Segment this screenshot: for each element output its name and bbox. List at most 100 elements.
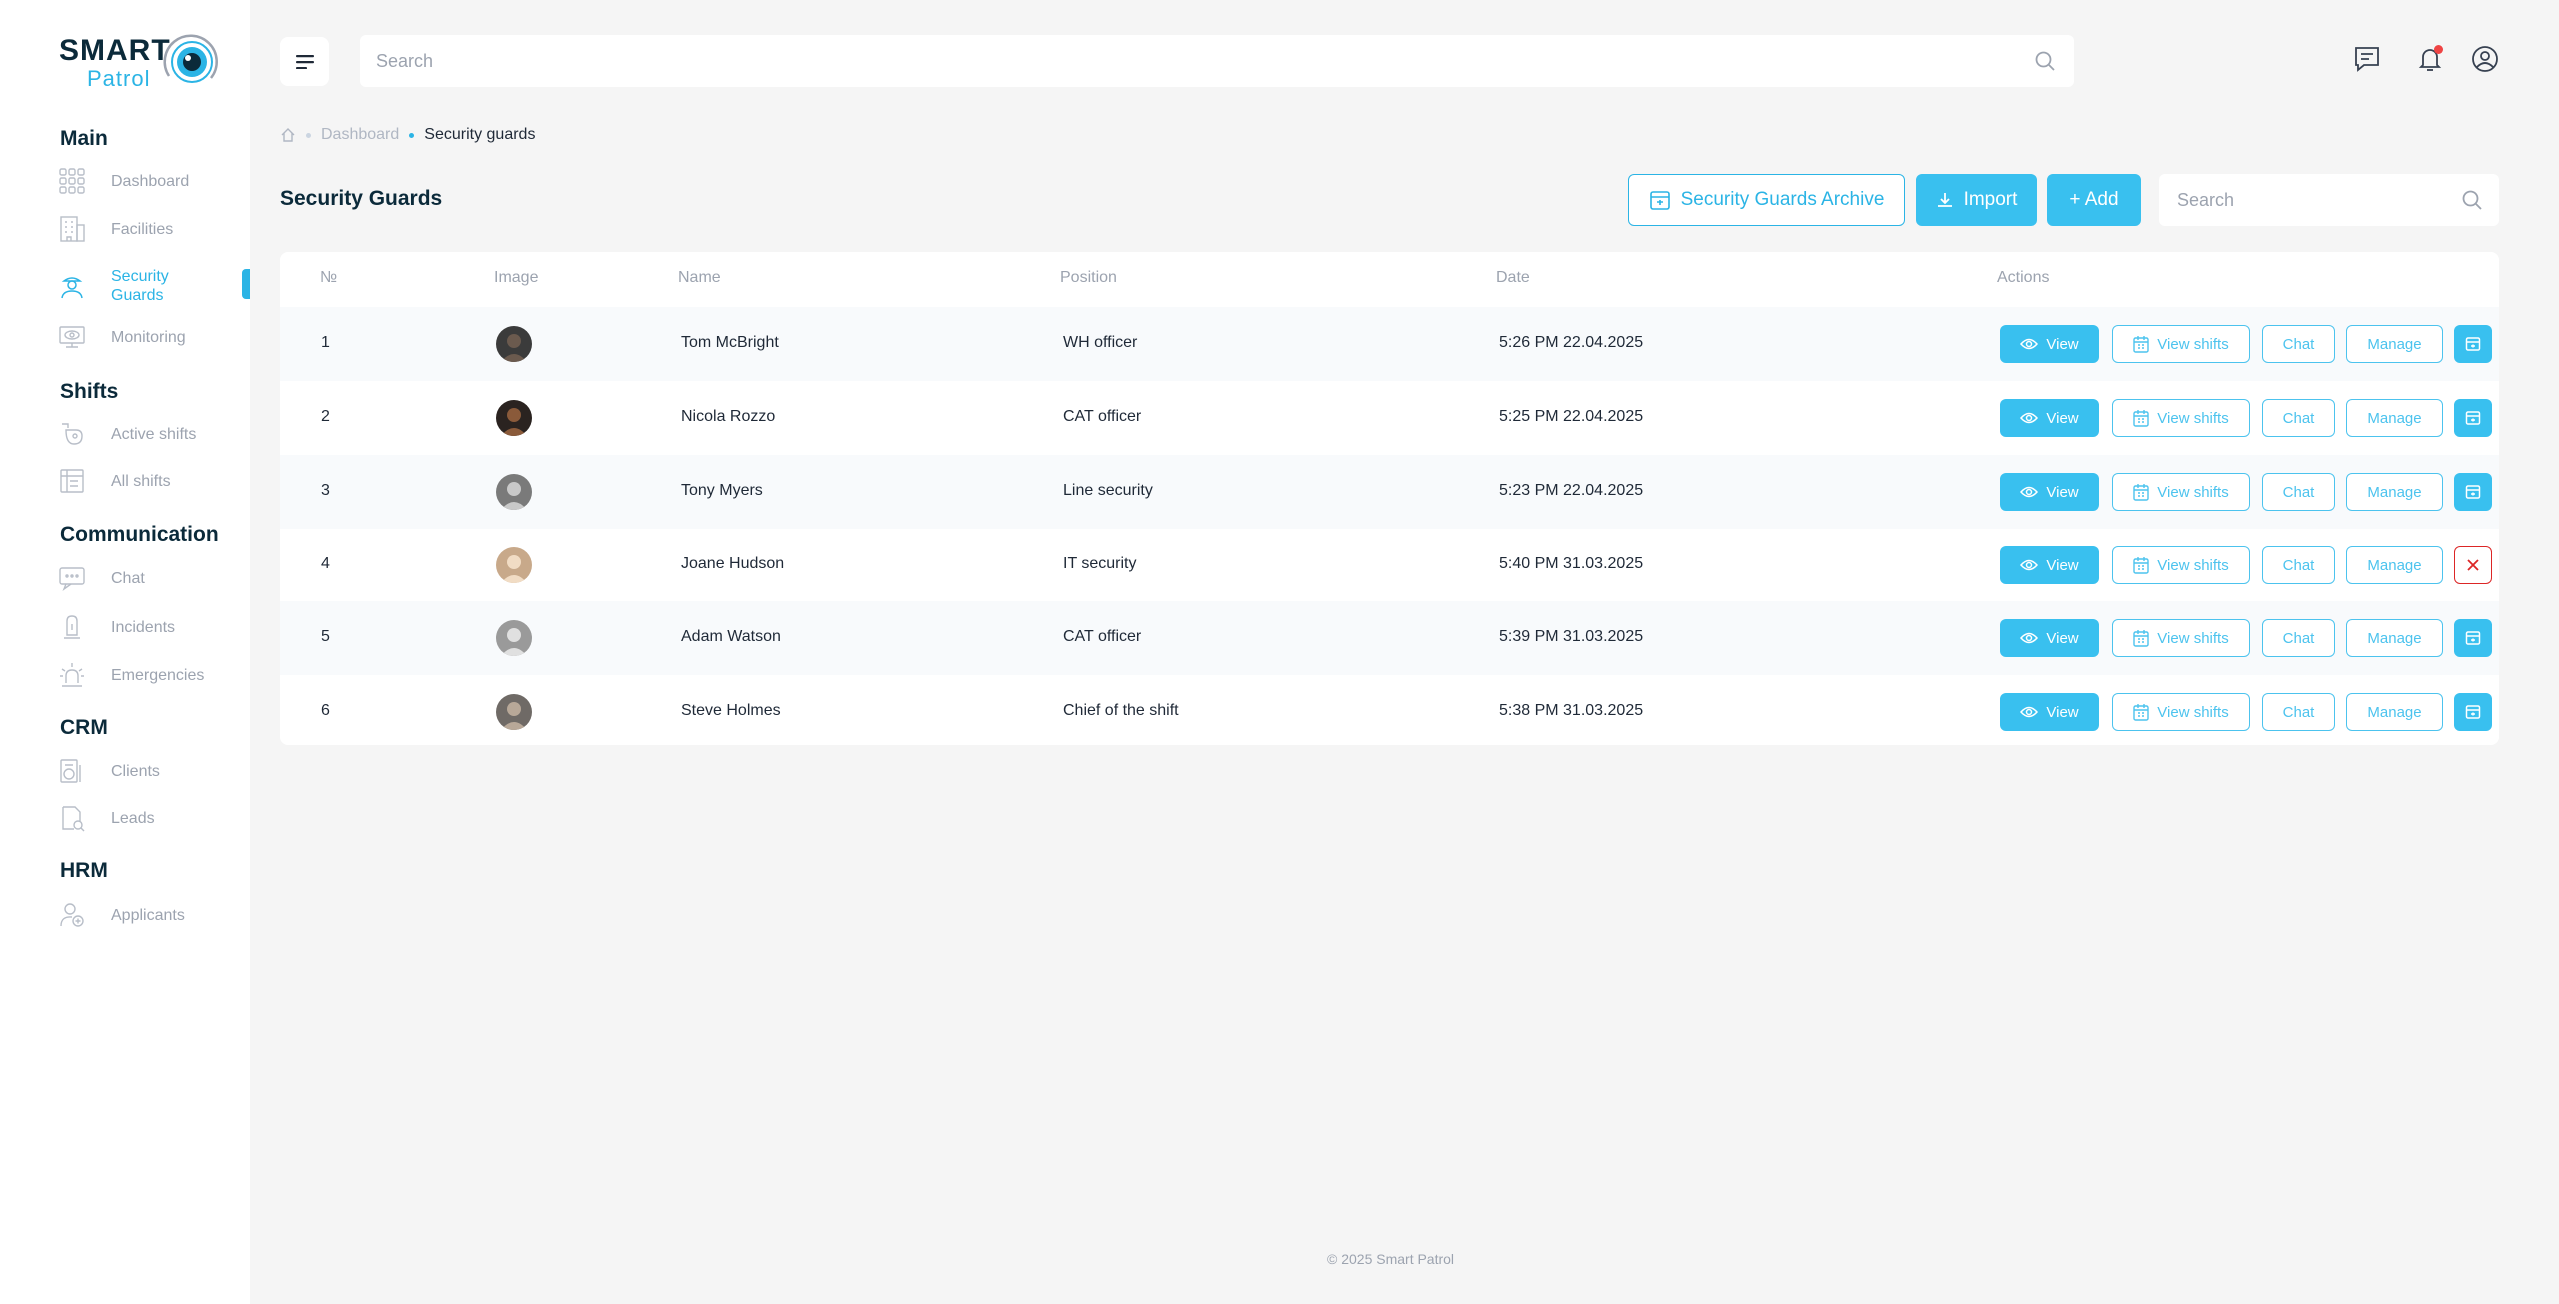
- sidebar-item-label: Leads: [111, 809, 155, 827]
- table-row: 6 Steve Holmes Chief of the shift 5:38 P…: [280, 675, 2499, 749]
- chat-button[interactable]: Chat: [2262, 546, 2335, 584]
- manage-button-label: Manage: [2367, 335, 2422, 353]
- sidebar-item-label: Security Guards: [111, 268, 169, 304]
- add-button[interactable]: + Add: [2047, 174, 2141, 226]
- remove-button[interactable]: [2454, 546, 2492, 584]
- view-button[interactable]: View: [2000, 619, 2099, 657]
- archive-icon: [2465, 337, 2481, 351]
- view-button[interactable]: View: [2000, 325, 2099, 363]
- view-button-label: View: [2046, 483, 2079, 501]
- row-number: 2: [321, 408, 330, 425]
- sidebar-item-security-guards[interactable]: Security Guards: [58, 266, 248, 306]
- guard-date: 5:38 PM 31.03.2025: [1499, 702, 1644, 719]
- download-icon: [1937, 193, 1952, 207]
- sidebar-item-dashboard[interactable]: Dashboard: [58, 164, 248, 198]
- column-header-name: Name: [678, 269, 721, 286]
- manage-button-label: Manage: [2367, 409, 2422, 427]
- sidebar-item-chat[interactable]: Chat: [58, 561, 248, 595]
- logo-text-smart: SMART: [59, 34, 171, 67]
- global-search-input[interactable]: [360, 35, 1960, 87]
- guard-name: Tom McBright: [681, 334, 779, 351]
- view-shifts-button[interactable]: View shifts: [2112, 399, 2250, 437]
- chat-button-label: Chat: [2282, 703, 2315, 721]
- breadcrumb-dashboard-link[interactable]: Dashboard: [321, 126, 399, 144]
- manage-button[interactable]: Manage: [2346, 546, 2443, 584]
- manage-button[interactable]: Manage: [2346, 693, 2443, 731]
- guard-name: Adam Watson: [681, 628, 781, 645]
- logo[interactable]: SMART Patrol: [59, 32, 219, 92]
- chat-button[interactable]: Chat: [2262, 325, 2335, 363]
- view-shifts-button-label: View shifts: [2157, 703, 2229, 721]
- column-header-number: №: [320, 269, 338, 286]
- view-button-label: View: [2046, 629, 2079, 647]
- sidebar-item-label: Monitoring: [111, 328, 186, 346]
- avatar: [496, 400, 532, 436]
- view-shifts-button[interactable]: View shifts: [2112, 325, 2250, 363]
- archive-row-button[interactable]: [2454, 693, 2492, 731]
- guard-name: Tony Myers: [681, 482, 763, 499]
- archive-row-button[interactable]: [2454, 325, 2492, 363]
- sidebar-item-all-shifts[interactable]: All shifts: [58, 464, 248, 498]
- archive-row-button[interactable]: [2454, 619, 2492, 657]
- view-button-label: View: [2046, 703, 2079, 721]
- incidents-icon: [64, 615, 80, 639]
- view-shifts-button[interactable]: View shifts: [2112, 693, 2250, 731]
- sidebar-item-leads[interactable]: Leads: [58, 801, 248, 835]
- archive-icon: [2465, 411, 2481, 425]
- view-shifts-button[interactable]: View shifts: [2112, 473, 2250, 511]
- view-button[interactable]: View: [2000, 473, 2099, 511]
- guards-search: [2159, 174, 2499, 226]
- sidebar-item-clients[interactable]: Clients: [58, 754, 248, 788]
- sidebar-item-monitoring[interactable]: Monitoring: [58, 320, 248, 354]
- guards-search-input[interactable]: [2159, 174, 2429, 226]
- sidebar-item-emergencies[interactable]: Emergencies: [58, 658, 248, 692]
- search-icon[interactable]: [2461, 189, 2483, 211]
- sidebar-item-incidents[interactable]: Incidents: [58, 610, 248, 644]
- view-button[interactable]: View: [2000, 399, 2099, 437]
- security-guards-archive-button[interactable]: Security Guards Archive: [1628, 174, 1905, 226]
- manage-button-label: Manage: [2367, 629, 2422, 647]
- guard-name: Steve Holmes: [681, 702, 781, 719]
- search-icon[interactable]: [2034, 50, 2056, 72]
- archive-icon: [2465, 485, 2481, 499]
- archive-row-button[interactable]: [2454, 473, 2492, 511]
- building-icon: [60, 216, 85, 242]
- guard-date: 5:39 PM 31.03.2025: [1499, 628, 1644, 645]
- manage-button[interactable]: Manage: [2346, 399, 2443, 437]
- view-button-label: View: [2046, 409, 2079, 427]
- chat-button[interactable]: Chat: [2262, 473, 2335, 511]
- calendar-icon: [2133, 336, 2149, 353]
- breadcrumb-separator: [306, 132, 311, 138]
- manage-button[interactable]: Manage: [2346, 325, 2443, 363]
- sidebar-item-label: Incidents: [111, 618, 176, 636]
- chat-button[interactable]: Chat: [2262, 693, 2335, 731]
- footer-copyright: © 2025 Smart Patrol: [1327, 1251, 1455, 1267]
- guard-name: Joane Hudson: [681, 555, 785, 572]
- manage-button[interactable]: Manage: [2346, 619, 2443, 657]
- menu-toggle-button[interactable]: [280, 37, 329, 86]
- close-icon: [2467, 559, 2479, 571]
- calendar-icon: [2133, 410, 2149, 427]
- dashboard-grid-icon: [59, 168, 85, 194]
- view-button[interactable]: View: [2000, 546, 2099, 584]
- nav-section-communication: Communication: [60, 523, 219, 546]
- sidebar-item-facilities[interactable]: Facilities: [58, 212, 248, 246]
- home-icon[interactable]: [280, 127, 296, 143]
- view-shifts-button[interactable]: View shifts: [2112, 546, 2250, 584]
- archive-row-button[interactable]: [2454, 399, 2492, 437]
- messages-icon[interactable]: [2352, 44, 2382, 74]
- guard-position: CAT officer: [1063, 408, 1142, 425]
- sidebar-item-active-shifts[interactable]: Active shifts: [58, 417, 248, 451]
- table-row: 4 Joane Hudson IT security 5:40 PM 31.03…: [280, 528, 2499, 602]
- chat-button[interactable]: Chat: [2262, 619, 2335, 657]
- user-profile-icon[interactable]: [2470, 44, 2500, 74]
- chat-button[interactable]: Chat: [2262, 399, 2335, 437]
- import-button[interactable]: Import: [1916, 174, 2037, 226]
- view-shifts-button[interactable]: View shifts: [2112, 619, 2250, 657]
- manage-button[interactable]: Manage: [2346, 473, 2443, 511]
- breadcrumb: Dashboard Security guards: [280, 124, 535, 146]
- avatar: [496, 620, 532, 656]
- applicants-icon: [60, 903, 84, 927]
- sidebar-item-applicants[interactable]: Applicants: [58, 898, 248, 932]
- view-button[interactable]: View: [2000, 693, 2099, 731]
